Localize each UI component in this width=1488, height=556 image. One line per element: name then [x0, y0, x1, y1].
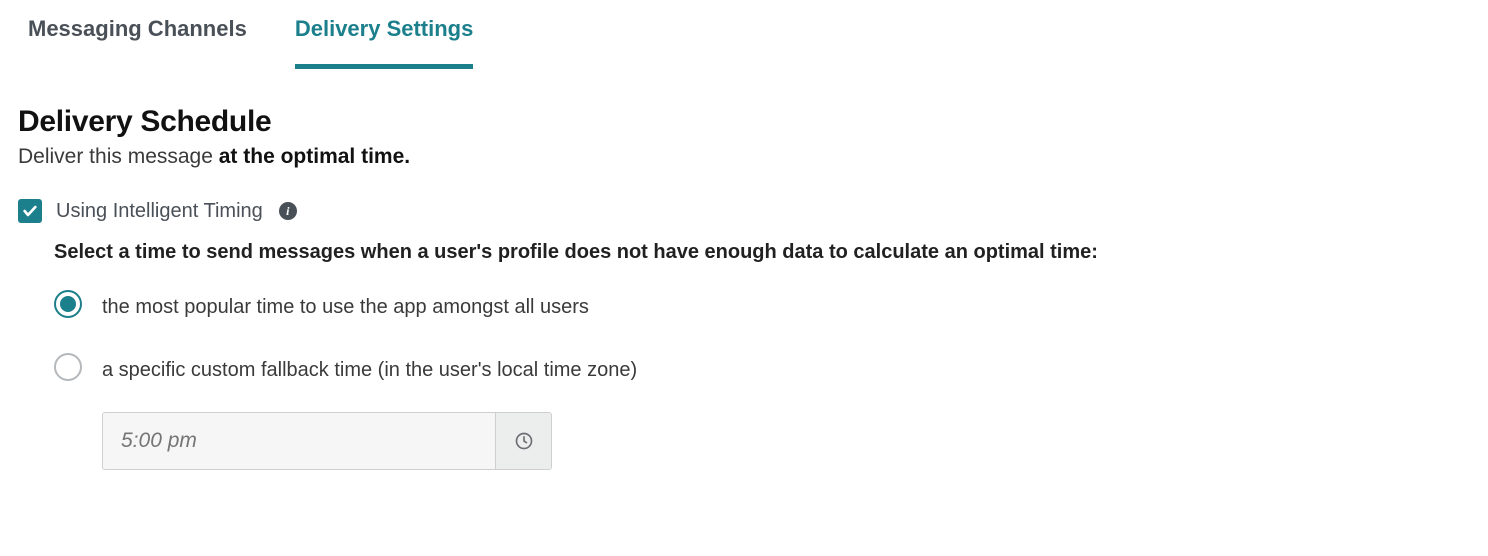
fallback-prompt: Select a time to send messages when a us…: [54, 241, 1470, 264]
info-icon[interactable]: i: [279, 202, 297, 220]
subheading-bold: at the optimal time.: [219, 145, 410, 168]
section-heading: Delivery Schedule: [18, 105, 1470, 139]
tab-messaging-channels[interactable]: Messaging Channels: [28, 16, 247, 69]
clock-icon: [514, 431, 534, 451]
radio-row-popular: the most popular time to use the app amo…: [54, 290, 1470, 325]
tab-delivery-settings[interactable]: Delivery Settings: [295, 16, 474, 69]
fallback-time-field[interactable]: [103, 413, 495, 469]
intelligent-timing-row: Using Intelligent Timing i: [18, 199, 1470, 223]
radio-row-custom: a specific custom fallback time (in the …: [54, 353, 1470, 388]
radio-popular-label: the most popular time to use the app amo…: [102, 290, 589, 325]
tab-label: Messaging Channels: [28, 16, 247, 41]
radio-custom-time[interactable]: [54, 353, 82, 381]
intelligent-timing-label: Using Intelligent Timing: [56, 200, 263, 223]
check-icon: [22, 203, 38, 219]
content-area: Delivery Schedule Deliver this message a…: [0, 69, 1488, 470]
time-picker-button[interactable]: [495, 413, 551, 469]
subheading-prefix: Deliver this message: [18, 145, 219, 168]
section-subheading: Deliver this message at the optimal time…: [18, 145, 1470, 169]
radio-custom-label: a specific custom fallback time (in the …: [102, 353, 637, 388]
intelligent-timing-checkbox[interactable]: [18, 199, 42, 223]
fallback-time-input: [102, 412, 552, 470]
tab-label: Delivery Settings: [295, 16, 474, 41]
tabs-bar: Messaging Channels Delivery Settings: [0, 0, 1488, 69]
time-input-wrap: [102, 412, 1470, 470]
radio-popular-time[interactable]: [54, 290, 82, 318]
fallback-radio-group: the most popular time to use the app amo…: [54, 290, 1470, 388]
